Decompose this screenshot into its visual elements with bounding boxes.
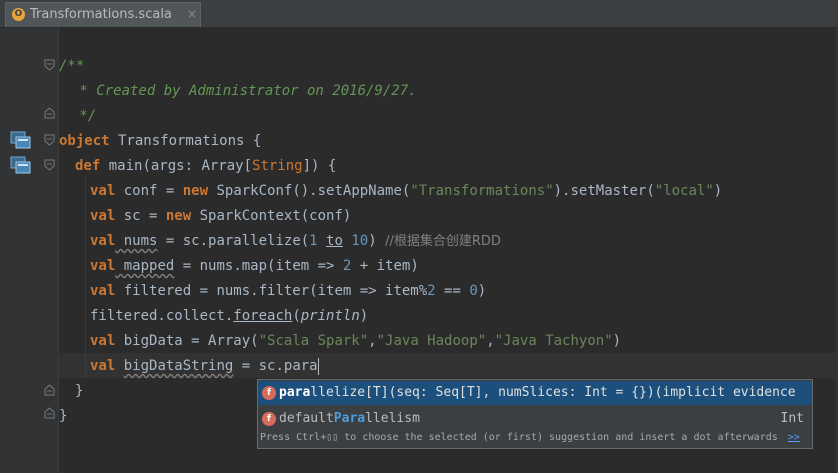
run-main-icon[interactable] xyxy=(10,156,32,174)
code-line-8: val nums = sc.parallelize(1 to 10) //根据集… xyxy=(90,233,501,249)
fold-marker-icon[interactable] xyxy=(44,134,55,146)
tab-transformations-scala[interactable]: O Transformations.scala × xyxy=(5,2,201,27)
tab-label: Transformations.scala xyxy=(30,7,172,22)
text-caret xyxy=(317,357,319,375)
code-line-6: val conf = new SparkConf().setAppName("T… xyxy=(90,183,723,199)
completion-item-parallelize[interactable]: f parallelize[T](seq: Seq[T], numSlices:… xyxy=(258,381,812,405)
editor-tab-bar: O Transformations.scala × xyxy=(0,0,838,28)
code-line-15: } xyxy=(59,408,68,424)
close-icon[interactable]: × xyxy=(187,7,197,21)
code-line-3: */ xyxy=(71,108,97,124)
code-line-5: def main(args: Array[String]) { xyxy=(75,158,337,174)
return-type: Int xyxy=(780,411,804,426)
method-icon: f xyxy=(262,386,276,400)
code-line-9: val mapped = nums.map(item => 2 + item) xyxy=(90,258,419,274)
fold-marker-icon[interactable] xyxy=(44,384,55,396)
completion-popup[interactable]: f parallelize[T](seq: Seq[T], numSlices:… xyxy=(257,379,813,449)
fold-marker-icon[interactable] xyxy=(44,407,55,419)
code-line-13: val bigDataString = sc.para xyxy=(90,357,319,375)
code-line-7: val sc = new SparkContext(conf) xyxy=(90,208,352,224)
hint-more-link[interactable]: >> xyxy=(788,432,800,443)
code-line-4: object Transformations { xyxy=(59,133,262,149)
code-line-10: val filtered = nums.filter(item => item%… xyxy=(90,283,487,299)
code-line-2: * Created by Administrator on 2016/9/27. xyxy=(71,83,417,99)
code-line-1: /** xyxy=(59,58,85,74)
code-line-14: } xyxy=(75,383,84,399)
fold-marker-icon[interactable] xyxy=(44,59,55,71)
run-object-icon[interactable] xyxy=(10,131,32,149)
completion-item-defaultparallelism[interactable]: f defaultParallelism Int xyxy=(258,407,812,431)
scala-object-icon: O xyxy=(12,8,25,21)
method-icon: f xyxy=(262,412,276,426)
code-line-12: val bigData = Array("Scala Spark","Java … xyxy=(90,333,622,349)
fold-marker-icon[interactable] xyxy=(44,107,55,119)
code-line-11: filtered.collect.foreach(println) xyxy=(90,308,369,324)
completion-hint: Press Ctrl+▯▯ to choose the selected (or… xyxy=(260,432,800,443)
fold-marker-icon[interactable] xyxy=(44,159,55,171)
